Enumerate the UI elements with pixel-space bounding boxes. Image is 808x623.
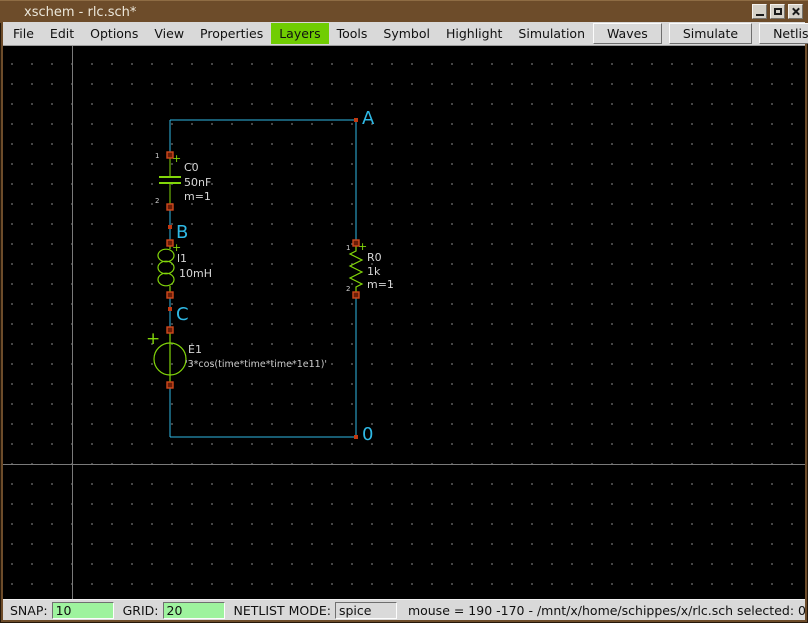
rlc-circuit-drawing: A B C 0 C0 50nF m=1 l1 10mH E1 '3*cos(ti…: [3, 46, 805, 600]
capacitor-ref[interactable]: C0: [184, 161, 199, 174]
resistor-pin1-number: 1: [346, 244, 350, 252]
grid-label: GRID:: [123, 603, 159, 618]
net-label-A[interactable]: A: [362, 108, 375, 129]
pin[interactable]: [167, 292, 173, 298]
inductor-value[interactable]: 10mH: [179, 267, 212, 280]
window-controls: [752, 4, 803, 19]
capacitor-pin2-number: 2: [155, 197, 159, 205]
tick[interactable]: [354, 435, 358, 439]
waves-button[interactable]: Waves: [593, 23, 662, 44]
pin[interactable]: [353, 292, 359, 298]
vsource-ref[interactable]: E1: [188, 343, 202, 356]
menu-layers[interactable]: Layers: [271, 23, 328, 44]
component-labels: C0 50nF m=1 l1 10mH E1 '3*cos(time*time*…: [177, 161, 394, 370]
menu-properties[interactable]: Properties: [192, 23, 271, 44]
tick[interactable]: [168, 307, 172, 311]
capacitor-mult[interactable]: m=1: [184, 190, 211, 203]
statusbar: SNAP: GRID: NETLIST MODE: mouse = 190 -1…: [3, 599, 805, 620]
menu-edit[interactable]: Edit: [42, 23, 82, 44]
minimize-button[interactable]: [752, 4, 767, 19]
menu-view[interactable]: View: [146, 23, 192, 44]
net-label-C[interactable]: C: [176, 304, 189, 325]
vsource-value[interactable]: '3*cos(time*time*time*1e11)': [185, 359, 327, 370]
net-label-B[interactable]: B: [176, 222, 188, 243]
pin[interactable]: [167, 382, 173, 388]
netlist-button[interactable]: Netlist: [759, 23, 808, 44]
titlebar[interactable]: xschem - rlc.sch*: [0, 0, 808, 23]
snap-label: SNAP:: [10, 603, 48, 618]
xschem-window: xschem - rlc.sch* File Edit Options View…: [0, 0, 808, 623]
window-title: xschem - rlc.sch*: [24, 5, 136, 20]
simulate-button[interactable]: Simulate: [669, 23, 752, 44]
maximize-button[interactable]: [770, 4, 785, 19]
resistor-pin2-number: 2: [346, 285, 350, 293]
resistor-ref[interactable]: R0: [367, 251, 382, 264]
net-label-0[interactable]: 0: [362, 424, 373, 445]
vsource-plus-icon: +: [146, 329, 160, 349]
netlist-mode-label: NETLIST MODE:: [234, 603, 331, 618]
tick[interactable]: [354, 118, 358, 122]
menubar: File Edit Options View Properties Layers…: [3, 22, 805, 46]
mouse-status-info: mouse = 190 -170 - /mnt/x/home/schippes/…: [408, 603, 806, 618]
capacitor-pin1-number: 1: [155, 152, 159, 160]
menu-highlight[interactable]: Highlight: [438, 23, 510, 44]
resistor-plus-icon: +: [358, 240, 367, 253]
menu-options[interactable]: Options: [82, 23, 146, 44]
capacitor-value[interactable]: 50nF: [184, 176, 211, 189]
pin[interactable]: [167, 204, 173, 210]
menu-file[interactable]: File: [5, 23, 42, 44]
capacitor-plus-icon: +: [172, 152, 181, 165]
tick[interactable]: [168, 225, 172, 229]
resistor-value[interactable]: 1k: [367, 265, 381, 278]
menu-simulation[interactable]: Simulation: [510, 23, 593, 44]
grid-input[interactable]: [163, 602, 225, 619]
close-icon: [791, 7, 800, 16]
pin[interactable]: [167, 327, 173, 333]
inductor-plus-icon: +: [172, 241, 181, 254]
maximize-icon: [774, 8, 782, 15]
minimize-icon: [756, 14, 764, 16]
snap-input[interactable]: [52, 602, 114, 619]
menu-symbol[interactable]: Symbol: [375, 23, 438, 44]
close-button[interactable]: [788, 4, 803, 19]
menu-tools[interactable]: Tools: [329, 23, 376, 44]
resistor-mult[interactable]: m=1: [367, 278, 394, 291]
netlist-mode-input[interactable]: [335, 602, 397, 619]
schematic-canvas[interactable]: A B C 0 C0 50nF m=1 l1 10mH E1 '3*cos(ti…: [3, 46, 805, 600]
